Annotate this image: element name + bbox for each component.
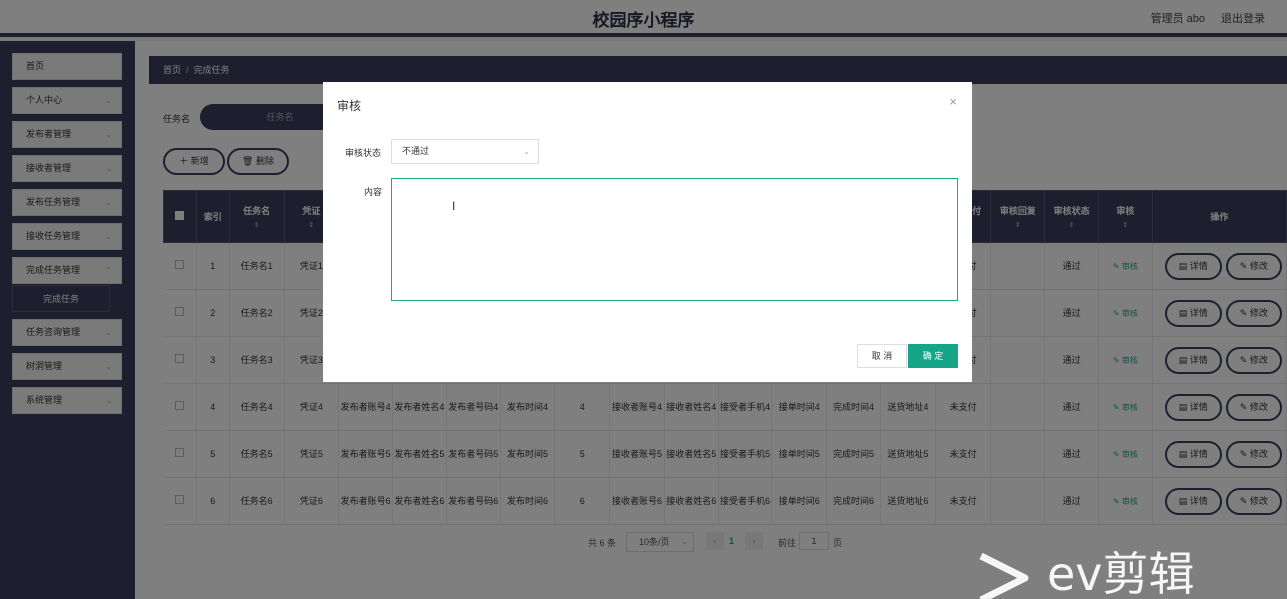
content-textarea[interactable] xyxy=(391,178,958,301)
audit-status-select[interactable]: 不通过 ⌄ xyxy=(391,139,539,164)
watermark-text: ev剪辑 xyxy=(1047,547,1195,599)
content-label: 内容 xyxy=(364,187,383,197)
dialog-title: 审核 xyxy=(337,99,362,113)
audit-dialog: 审核 × 审核状态 不通过 ⌄ 内容 I 取 消 确 定 xyxy=(323,82,972,382)
status-label: 审核状态 xyxy=(345,148,382,158)
close-icon[interactable]: × xyxy=(949,94,957,109)
confirm-button[interactable]: 确 定 xyxy=(908,344,958,368)
play-icon xyxy=(979,552,1029,599)
cancel-button[interactable]: 取 消 xyxy=(857,344,907,368)
video-editor-watermark: ev剪辑 xyxy=(975,548,1275,599)
text-cursor-icon: I xyxy=(452,199,456,213)
status-value: 不通过 xyxy=(402,146,430,156)
chevron-down-icon: ⌄ xyxy=(523,147,530,156)
